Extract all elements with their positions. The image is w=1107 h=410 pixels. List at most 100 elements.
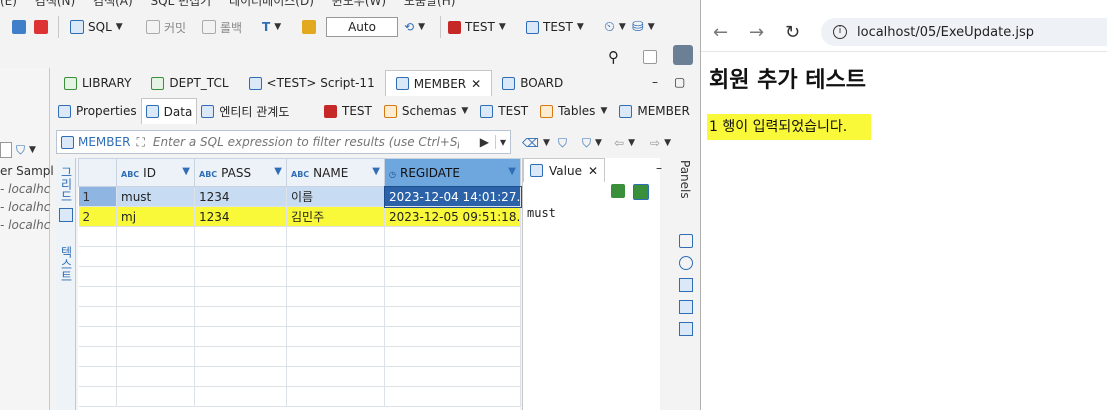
tab-dept-tcl[interactable]: DEPT_TCL <box>141 70 238 96</box>
chevron-down-icon[interactable]: ▼ <box>508 166 516 177</box>
filter-input[interactable] <box>150 134 461 150</box>
tab-library[interactable]: LIBRARY <box>54 70 141 96</box>
menu-item-window[interactable]: 윈도우(W) <box>332 0 386 8</box>
play-icon[interactable]: ▶ <box>474 135 495 149</box>
tab-script-11[interactable]: <TEST> Script-11 <box>239 70 385 96</box>
cell-name[interactable]: 김민주 <box>286 206 385 227</box>
row-number[interactable]: 1 <box>78 186 117 207</box>
commit-button[interactable]: 커밋 <box>146 17 186 37</box>
cell-name[interactable]: 이름 <box>286 186 385 207</box>
cell-id[interactable]: must <box>116 186 195 207</box>
auto-apply-icon[interactable] <box>633 184 649 200</box>
address-bar[interactable]: i localhost/05/ExeUpdate.jsp <box>821 18 1107 46</box>
tab-board[interactable]: BOARD <box>492 70 573 96</box>
dashboard-icon[interactable]: ⏲ ▼ <box>604 17 626 37</box>
tree-item-sample[interactable]: er Sampl <box>0 164 54 178</box>
back-icon[interactable]: ← <box>713 22 728 43</box>
connection-selector[interactable]: TEST ▼ <box>448 17 506 37</box>
forward-icon[interactable]: ⇨ ▼ <box>650 133 671 153</box>
tree-item-localhost-2[interactable]: - localhc <box>0 200 50 214</box>
filter-icon[interactable]: ⛉ ▼ <box>582 133 602 153</box>
connect-icon[interactable] <box>12 17 26 37</box>
schema-selector[interactable]: TEST ▼ <box>526 17 584 37</box>
menu-item-edit[interactable]: (E) <box>0 0 17 8</box>
tree-item-localhost-1[interactable]: - localhc <box>0 182 50 196</box>
value-content[interactable]: must <box>527 206 556 220</box>
forward-icon[interactable]: → <box>749 22 764 43</box>
filter-field[interactable] <box>0 142 12 158</box>
column-header-id[interactable]: ABC ID ▼ <box>116 158 195 187</box>
breadcrumb-schema[interactable]: TEST <box>474 98 534 124</box>
tab-value[interactable]: Value ✕ <box>523 158 606 182</box>
cell-regidate[interactable]: 2023-12-04 14:01:27.000 <box>383 185 522 208</box>
tab-er-diagram[interactable]: 엔티티 관계도 <box>197 98 293 124</box>
rollback-button[interactable]: 롤백 <box>202 17 242 37</box>
info-icon[interactable]: i <box>833 25 847 39</box>
breadcrumb-table[interactable]: MEMBER <box>613 98 695 124</box>
results-grid: ABC ID ▼ ABC PASS ▼ ABC NAME ▼ ◷ REGIDATE ▼ 1 mu… <box>78 158 522 410</box>
disconnect-icon[interactable] <box>34 17 48 37</box>
close-icon[interactable]: ✕ <box>588 164 598 178</box>
minimize-panel-icon[interactable]: – <box>656 158 662 178</box>
record-icon[interactable] <box>679 322 693 336</box>
cell-id[interactable]: mj <box>116 206 195 227</box>
database-tools-icon[interactable]: ⛁ ▼ <box>632 17 655 37</box>
calc-icon[interactable] <box>679 278 693 292</box>
avatar[interactable] <box>673 45 693 65</box>
table-row[interactable]: 1 must 1234 이름 2023-12-04 14:01:27.000 <box>78 185 522 208</box>
menu-item-sql-editor[interactable]: SQL 편집기 <box>151 0 212 8</box>
chevron-down-icon[interactable]: ▾ <box>494 135 510 149</box>
minimize-editor-icon[interactable]: – <box>652 72 658 92</box>
reload-icon[interactable]: ↻ <box>785 22 800 43</box>
breadcrumb-connection[interactable]: TEST <box>318 98 378 124</box>
folder-icon <box>383 104 397 118</box>
tab-grid[interactable]: 그리드 <box>58 166 75 202</box>
browser-toolbar: ← → ↻ i localhost/05/ExeUpdate.jsp <box>701 12 1107 52</box>
search-icon[interactable]: ⚲ <box>608 47 619 67</box>
perspective-icon[interactable] <box>643 47 657 67</box>
grid-icon[interactable] <box>59 208 73 222</box>
tab-member[interactable]: MEMBER ✕ <box>384 70 493 96</box>
grouping-icon[interactable] <box>679 234 693 248</box>
column-header-name[interactable]: ABC NAME ▼ <box>286 158 385 187</box>
chevron-down-icon[interactable]: ▼ <box>372 166 380 177</box>
cell-regidate[interactable]: 2023-12-05 09:51:18.000 <box>384 206 521 227</box>
maximize-editor-icon[interactable]: ▢ <box>674 72 685 92</box>
filter-settings-icon[interactable]: ⛉ <box>558 133 567 153</box>
table-icon <box>64 76 77 90</box>
chevron-down-icon[interactable]: ▼ <box>274 166 282 177</box>
tab-properties[interactable]: Properties <box>54 98 141 124</box>
history-button[interactable]: ⟲ ▼ <box>404 17 425 37</box>
tab-data[interactable]: Data <box>140 98 198 124</box>
lock-icon[interactable] <box>302 17 316 37</box>
metadata-icon[interactable] <box>679 300 693 314</box>
panels-toggle[interactable]: Panels <box>678 160 692 199</box>
sql-icon <box>70 20 84 34</box>
transaction-mode-button[interactable]: T ▼ <box>262 17 281 37</box>
save-icon[interactable] <box>611 184 625 198</box>
menu-item-help[interactable]: 도움말(H) <box>404 0 456 8</box>
back-icon[interactable]: ⇦ ▼ <box>614 133 635 153</box>
column-header-regidate[interactable]: ◷ REGIDATE ▼ <box>384 158 521 187</box>
tab-text[interactable]: 텍스트 <box>58 246 75 282</box>
table-row[interactable]: 2 mj 1234 김민주 2023-12-05 09:51:18.000 <box>78 206 521 227</box>
menu-item-database[interactable]: 데이터베이스(D) <box>229 0 314 8</box>
references-icon[interactable] <box>679 256 693 270</box>
chevron-down-icon[interactable]: ▼ <box>182 166 190 177</box>
close-icon[interactable]: ✕ <box>471 77 481 91</box>
menu-item-search-a[interactable]: 검색(A) <box>93 0 133 8</box>
menu-item-search[interactable]: 검색(N) <box>35 0 75 8</box>
tree-item-localhost-3[interactable]: - localhc <box>0 218 50 232</box>
eraser-icon[interactable]: ⌫ ▼ <box>522 133 550 153</box>
sql-editor-button[interactable]: SQL ▼ <box>70 17 123 37</box>
cell-pass[interactable]: 1234 <box>194 206 287 227</box>
row-number[interactable]: 2 <box>78 206 117 227</box>
transaction-mode-field[interactable]: Auto <box>326 17 398 37</box>
column-header-pass[interactable]: ABC PASS ▼ <box>194 158 287 187</box>
chevron-down-icon: ▼ <box>115 22 123 32</box>
cell-pass[interactable]: 1234 <box>194 186 287 207</box>
filter-icon[interactable]: ⛉ ▼ <box>16 140 36 160</box>
breadcrumb-schemas[interactable]: Schemas ▼ <box>378 98 474 124</box>
expand-icon[interactable]: ⛶ <box>136 135 144 150</box>
breadcrumb-tables[interactable]: Tables ▼ <box>534 98 613 124</box>
